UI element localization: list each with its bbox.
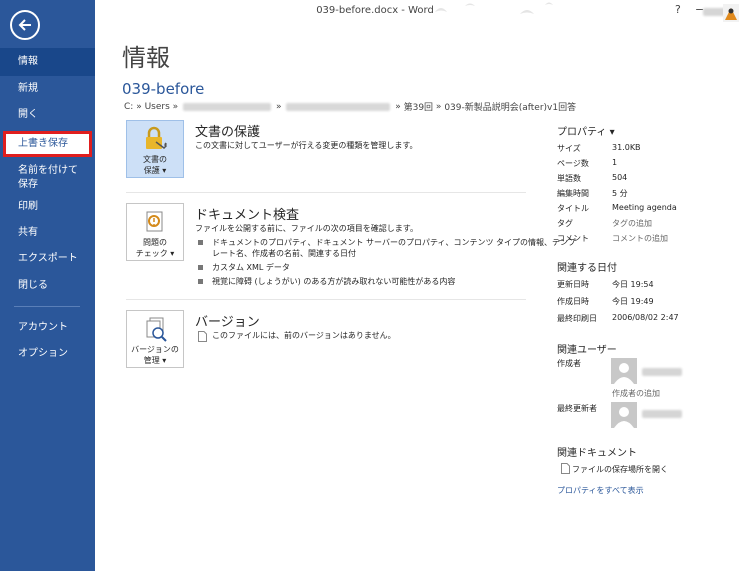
window-title: 039-before.docx - Word — [316, 5, 434, 16]
lock-key-icon — [146, 126, 168, 149]
breadcrumb-drive[interactable]: C: — [124, 102, 133, 112]
date-key: 最終印刷日 — [557, 314, 597, 323]
breadcrumb-sep: » — [172, 101, 179, 112]
properties-header[interactable]: プロパティ ▾ — [557, 123, 615, 138]
backstage-sidebar: 情報 新規 開く 上書き保存 名前を付けて保存 印刷 共有 エクスポート 閉じる… — [0, 0, 95, 571]
manage-versions-button[interactable]: バージョンの 管理 ▾ — [126, 310, 184, 368]
author-avatar — [611, 358, 637, 384]
protect-description: この文書に対してユーザーが行える変更の種類を管理します。 — [195, 141, 418, 150]
sidebar-divider — [14, 306, 80, 307]
author-label: 作成者 — [557, 359, 581, 368]
property-value: 1 — [612, 158, 618, 167]
breadcrumb-sep: » — [395, 101, 401, 112]
sidebar-item-info[interactable]: 情報 — [0, 48, 95, 76]
document-icon — [561, 463, 570, 474]
bullet-icon — [198, 279, 203, 284]
page-title: 情報 — [122, 44, 170, 72]
last-modified-avatar — [611, 402, 637, 428]
document-name: 039-before — [122, 80, 205, 98]
sidebar-item-open[interactable]: 開く — [0, 108, 95, 122]
inspect-bullet: カスタム XML データ — [212, 263, 290, 272]
property-key: コメント — [557, 234, 589, 243]
breadcrumb: C: » Users » » » 第39回 » 039-新製品説明会(after… — [124, 100, 576, 114]
show-all-properties-link[interactable]: プロパティをすべて表示 — [557, 485, 644, 496]
protect-document-button[interactable]: 文書の 保護 ▾ — [126, 120, 184, 178]
sidebar-item-new[interactable]: 新規 — [0, 82, 95, 96]
breadcrumb-file[interactable]: 039-新製品説明会(after)v1回答 — [444, 100, 576, 113]
sidebar-item-print[interactable]: 印刷 — [0, 200, 95, 214]
inspect-bullet: 視覚に障碍 (しょうがい) のある方が読み取れない可能性がある内容 — [212, 277, 456, 286]
version-heading: バージョン — [195, 315, 260, 330]
last-modified-name-redacted — [642, 410, 682, 418]
breadcrumb-redacted — [286, 102, 391, 111]
person-icon — [614, 407, 634, 428]
breadcrumb-sep: » — [435, 101, 442, 112]
tile-label: 管理 ▾ — [143, 356, 167, 365]
sidebar-item-options[interactable]: オプション — [0, 347, 95, 361]
users-header: 関連ユーザー — [557, 345, 617, 356]
help-button[interactable]: ? — [675, 3, 681, 16]
title-field[interactable]: Meeting agenda — [612, 203, 677, 212]
breadcrumb-sep: » — [275, 101, 282, 112]
breadcrumb-redacted — [183, 102, 272, 111]
sidebar-item-save-as[interactable]: 名前を付けて保存 — [0, 164, 80, 192]
date-value: 2006/08/02 2:47 — [612, 313, 679, 322]
version-description: このファイルには、前のバージョンはありません。 — [212, 331, 396, 340]
comments-field[interactable]: コメントの追加 — [612, 233, 668, 244]
date-key: 作成日時 — [557, 297, 589, 306]
inspect-document-icon — [146, 211, 163, 232]
property-key: 単語数 — [557, 174, 581, 183]
dates-header: 関連する日付 — [557, 263, 617, 274]
sidebar-item-save[interactable]: 上書き保存 — [3, 131, 92, 157]
breadcrumb-users[interactable]: Users — [145, 102, 170, 112]
sidebar-item-close[interactable]: 閉じる — [0, 279, 95, 293]
sidebar-item-export[interactable]: エクスポート — [0, 252, 95, 266]
tile-label: 問題の — [143, 238, 167, 247]
protect-heading: 文書の保護 — [195, 125, 261, 140]
open-file-location-link[interactable]: ファイルの保存場所を開く — [572, 464, 668, 475]
inspect-bullet: ドキュメントのプロパティ、ドキュメント サーバーのプロパティ、コンテンツ タイプ… — [212, 238, 576, 247]
tile-label: バージョンの — [131, 345, 179, 354]
background-decoration-icon — [435, 2, 553, 14]
property-value: 5 分 — [612, 189, 628, 198]
breadcrumb-folder[interactable]: 第39回 — [404, 100, 433, 113]
sidebar-item-share[interactable]: 共有 — [0, 226, 95, 240]
add-author-link[interactable]: 作成者の追加 — [612, 388, 660, 399]
author-name-redacted — [642, 368, 682, 376]
back-button[interactable] — [10, 10, 40, 40]
property-value: 31.0KB — [612, 143, 641, 152]
inspect-bullet-cont: レート名、作成者の名前、関連する日付 — [212, 249, 356, 258]
tile-label: 保護 ▾ — [143, 166, 167, 175]
inspect-description: ファイルを公開する前に、ファイルの次の項目を確認します。 — [195, 224, 418, 233]
bullet-icon — [198, 265, 203, 270]
back-arrow-icon — [18, 19, 31, 31]
person-icon — [614, 363, 634, 384]
section-divider — [126, 192, 526, 193]
property-key: タグ — [557, 219, 573, 228]
version-history-icon — [146, 317, 167, 342]
section-divider — [126, 299, 526, 300]
breadcrumb-sep: » — [136, 101, 142, 112]
last-modified-label: 最終更新者 — [557, 404, 597, 413]
related-docs-header: 関連ドキュメント — [557, 448, 637, 459]
property-key: ページ数 — [557, 159, 589, 168]
date-key: 更新日時 — [557, 280, 589, 289]
user-avatar-icon[interactable] — [723, 4, 739, 22]
tile-label: チェック ▾ — [135, 249, 175, 258]
date-value: 今日 19:54 — [612, 280, 654, 289]
property-key: 編集時間 — [557, 189, 589, 198]
property-key: タイトル — [557, 204, 589, 213]
property-value: 504 — [612, 173, 628, 182]
tags-field[interactable]: タグの追加 — [612, 218, 652, 229]
property-key: サイズ — [557, 144, 581, 153]
document-icon — [198, 331, 207, 342]
tile-label: 文書の — [143, 155, 167, 164]
sidebar-item-account[interactable]: アカウント — [0, 321, 95, 335]
date-value: 今日 19:49 — [612, 297, 654, 306]
bullet-icon — [198, 240, 203, 245]
check-issues-button[interactable]: 問題の チェック ▾ — [126, 203, 184, 261]
inspect-heading: ドキュメント検査 — [195, 208, 300, 223]
title-bar: 039-before.docx - Word ? − — [95, 0, 750, 24]
